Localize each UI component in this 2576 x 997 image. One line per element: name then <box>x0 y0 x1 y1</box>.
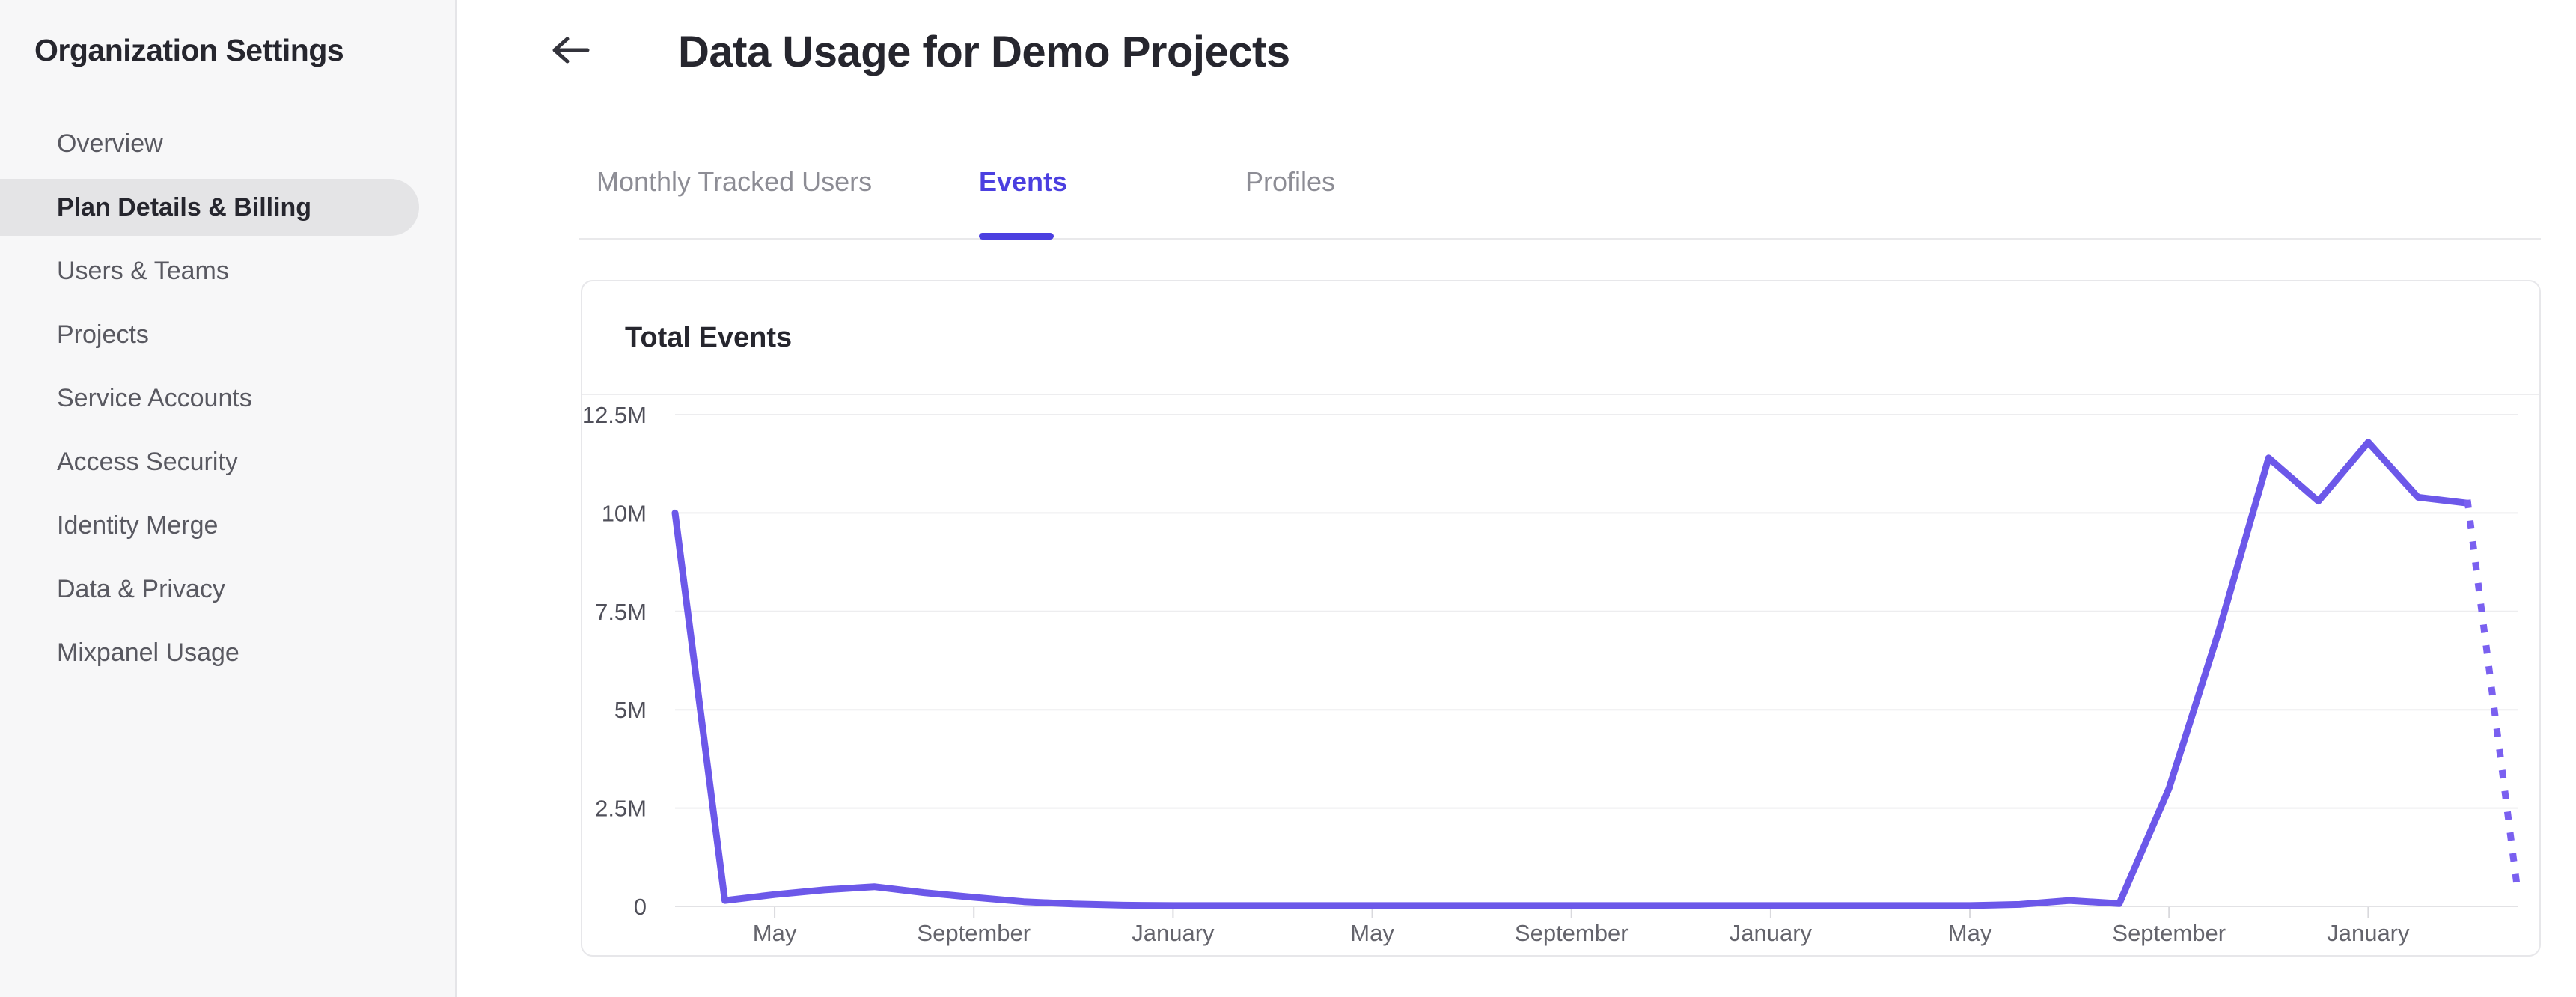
organization-settings-page: Organization Settings Overview Plan Deta… <box>0 0 2576 997</box>
sidebar-item-mixpanel-usage[interactable]: Mixpanel Usage <box>0 624 419 681</box>
gridlines <box>675 414 2518 907</box>
x-axis-label: May <box>753 920 797 946</box>
sidebar-item-plan-details-billing[interactable]: Plan Details & Billing <box>0 179 419 236</box>
sidebar-item-overview[interactable]: Overview <box>0 115 419 172</box>
events-line-series <box>671 439 2471 909</box>
sidebar: Organization Settings Overview Plan Deta… <box>0 0 457 997</box>
sidebar-item-service-accounts[interactable]: Service Accounts <box>0 370 419 427</box>
y-axis-label: 12.5M <box>582 402 647 428</box>
chart-title: Total Events <box>625 322 793 353</box>
x-axis-label: May <box>1350 920 1394 946</box>
sidebar-item-access-security[interactable]: Access Security <box>0 433 419 490</box>
x-axis-label: January <box>1132 920 1215 946</box>
y-axis-label: 10M <box>602 500 647 526</box>
y-axis-label: 2.5M <box>595 796 647 822</box>
left-arrow-icon <box>550 37 590 69</box>
x-axis-label: January <box>2327 920 2410 946</box>
tab-monthly-tracked-users[interactable]: Monthly Tracked Users <box>596 165 872 198</box>
tab-events[interactable]: Events <box>979 165 1067 198</box>
y-axis-label: 7.5M <box>595 599 647 625</box>
sidebar-title: Organization Settings <box>34 33 344 67</box>
y-axis-label: 5M <box>614 697 647 723</box>
x-axis-label: September <box>2112 920 2226 946</box>
active-tab-underline <box>979 233 1054 240</box>
tab-profiles[interactable]: Profiles <box>1245 165 1335 198</box>
back-button[interactable] <box>550 34 590 66</box>
sidebar-item-projects[interactable]: Projects <box>0 306 419 363</box>
sidebar-item-data-privacy[interactable]: Data & Privacy <box>0 561 419 618</box>
x-axis-label: September <box>917 920 1031 946</box>
chart-svg: 12.5M 10M 7.5M 5M 2.5M 0 May September January Ma… <box>582 402 2522 946</box>
page-title: Data Usage for Demo Projects <box>678 28 1290 76</box>
y-axis-label: 0 <box>634 894 647 920</box>
x-axis-label: September <box>1515 920 1629 946</box>
events-projection-dotted-series <box>2464 499 2522 895</box>
x-axis-label: May <box>1948 920 1992 946</box>
sidebar-item-identity-merge[interactable]: Identity Merge <box>0 497 419 554</box>
tab-strip-border <box>579 238 2541 240</box>
total-events-card: Total Events 12.5M 10M 7.5M 5M 2.5M 0 May Septe… <box>581 280 2541 957</box>
sidebar-item-users-teams[interactable]: Users & Teams <box>0 243 419 299</box>
x-axis-label: January <box>1730 920 1813 946</box>
total-events-line-chart: 12.5M 10M 7.5M 5M 2.5M 0 May September January Ma… <box>582 394 2539 955</box>
